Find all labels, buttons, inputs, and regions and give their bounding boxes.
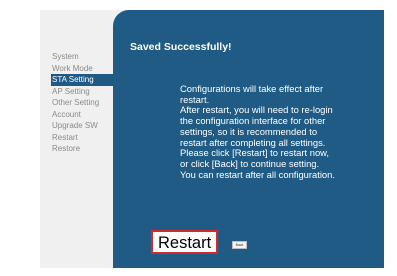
sidebar-item-restart[interactable]: Restart <box>51 132 113 144</box>
restart-message: Configurations will take effect after re… <box>180 83 335 180</box>
sidebar-item-upgrade-sw[interactable]: Upgrade SW <box>51 120 113 132</box>
sidebar-item-ap-setting[interactable]: AP Setting <box>51 86 113 98</box>
sidebar-item-work-mode[interactable]: Work Mode <box>51 63 113 75</box>
page-title: Saved Successfully! <box>130 41 232 53</box>
message-line: You can restart after all configuration. <box>180 168 335 180</box>
main-content-panel: Saved Successfully! Configurations will … <box>113 10 384 268</box>
back-button[interactable]: Back <box>232 241 247 249</box>
sidebar-nav: System Work Mode STA Setting AP Setting … <box>51 51 113 155</box>
sidebar-item-other-setting[interactable]: Other Setting <box>51 97 113 109</box>
sidebar-item-system[interactable]: System <box>51 51 113 63</box>
sidebar-item-account[interactable]: Account <box>51 109 113 121</box>
sidebar-item-restore[interactable]: Restore <box>51 143 113 155</box>
sidebar-item-sta-setting[interactable]: STA Setting <box>51 74 113 86</box>
message-line: settings, so it is recommended to <box>180 125 318 137</box>
restart-button[interactable]: Restart <box>151 230 219 254</box>
